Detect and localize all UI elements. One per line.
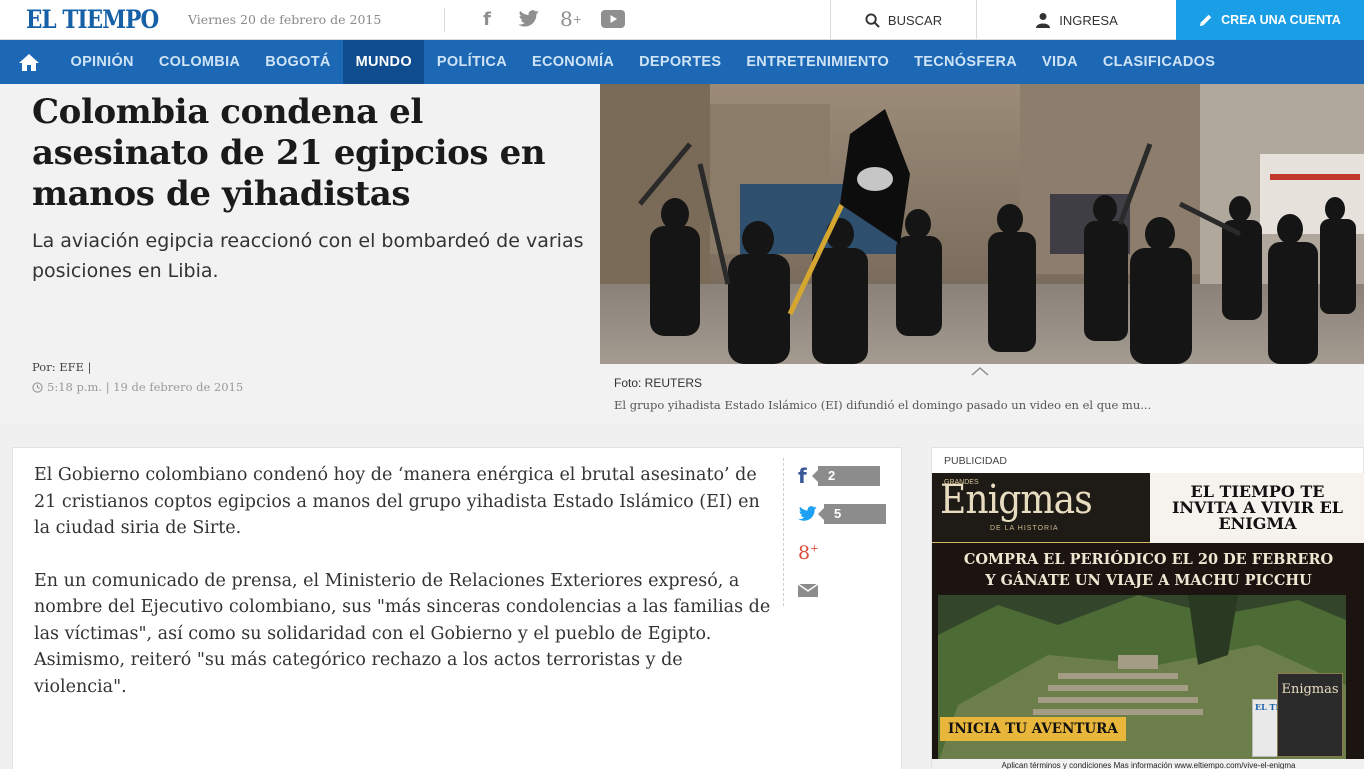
- nav-item-politica[interactable]: POLÍTICA: [424, 40, 519, 84]
- timestamp-text: 5:18 p.m. | 19 de febrero de 2015: [47, 380, 244, 394]
- photo-caption[interactable]: El grupo yihadista Estado Islámico (EI) …: [614, 398, 1354, 412]
- current-date: Viernes 20 de febrero de 2015: [188, 12, 382, 27]
- ad-invite-text: EL TIEMPO TE INVITA A VIVIR EL ENIGMA: [1171, 482, 1344, 533]
- create-account-button[interactable]: CREA UNA CUENTA: [1176, 0, 1364, 40]
- social-links: f 8 +: [474, 6, 626, 32]
- twitter-icon[interactable]: [516, 6, 542, 32]
- article-subhead: La aviación egipcia reaccionó con el bom…: [32, 230, 584, 282]
- article-byline: Por: EFE |: [32, 360, 92, 374]
- photo-credit: Foto: REUTERS: [614, 376, 703, 390]
- nav-item-mundo[interactable]: MUNDO: [343, 40, 425, 84]
- twitter-share-count: 5: [818, 504, 886, 524]
- twitter-share[interactable]: 5: [798, 504, 886, 524]
- article-hero: Colombia condena el asesinato de 21 egip…: [0, 84, 1364, 424]
- divider: [444, 8, 445, 32]
- facebook-share[interactable]: f 2: [798, 464, 880, 488]
- top-bar: EL TIEMPO Viernes 20 de febrero de 2015 …: [0, 0, 1364, 40]
- ad-brand-subtitle: DE LA HISTORIA: [990, 525, 1059, 532]
- nav-item-entretenimiento[interactable]: ENTRETENIMIENTO: [734, 40, 902, 84]
- article-photo[interactable]: [600, 84, 1364, 364]
- article-paragraph: En un comunicado de prensa, el Ministeri…: [34, 570, 771, 697]
- nav-item-vida[interactable]: VIDA: [1030, 40, 1091, 84]
- nav-item-tecnosfera[interactable]: TECNÓSFERA: [902, 40, 1030, 84]
- chevron-up-icon[interactable]: [970, 366, 990, 376]
- facebook-icon[interactable]: f: [474, 6, 500, 32]
- nav-item-colombia[interactable]: COLOMBIA: [146, 40, 252, 84]
- article-timestamp: 5:18 p.m. | 19 de febrero de 2015: [32, 380, 243, 394]
- ad-magazine: Enigmas: [1277, 673, 1343, 757]
- clock-icon: [32, 381, 43, 393]
- ad-brand-box: GRANDES Enigmas DE LA HISTORIA: [932, 473, 1150, 543]
- ad-banner[interactable]: GRANDES Enigmas DE LA HISTORIA EL TIEMPO…: [932, 473, 1364, 769]
- site-logo[interactable]: EL TIEMPO: [26, 5, 159, 34]
- ad-magazine-title: Enigmas: [1281, 682, 1339, 697]
- ad-promo-line-1: COMPRA EL PERIÓDICO EL 20 DE FEBRERO: [963, 551, 1334, 568]
- create-account-label: CREA UNA CUENTA: [1221, 13, 1341, 27]
- photo-caption-area: Foto: REUTERS El grupo yihadista Estado …: [600, 364, 1364, 424]
- ad-invite-box: EL TIEMPO TE INVITA A VIVIR EL ENIGMA: [1150, 473, 1364, 543]
- search-icon: [865, 12, 880, 28]
- facebook-icon: f: [798, 464, 807, 488]
- email-share[interactable]: [798, 584, 818, 597]
- login-button[interactable]: INGRESA: [976, 0, 1176, 40]
- article-body: El Gobierno colombiano condenó hoy de ‘m…: [12, 447, 902, 769]
- nav-item-opinion[interactable]: OPINIÓN: [58, 40, 146, 84]
- user-icon: [1036, 13, 1051, 28]
- ad-promo-text: COMPRA EL PERIÓDICO EL 20 DE FEBRERO Y G…: [932, 549, 1364, 591]
- search-label: BUSCAR: [887, 12, 943, 28]
- pencil-icon: [1200, 14, 1212, 27]
- google-plus-icon: 8+: [798, 542, 819, 564]
- nav-item-deportes[interactable]: DEPORTES: [627, 40, 734, 84]
- nav-item-clasificados[interactable]: CLASIFICADOS: [1090, 40, 1227, 84]
- login-label: INGRESA: [1059, 12, 1118, 28]
- search-button[interactable]: BUSCAR: [830, 0, 976, 40]
- article-paragraph: El Gobierno colombiano condenó hoy de ‘m…: [34, 465, 760, 538]
- nav-item-bogota[interactable]: BOGOTÁ: [253, 40, 343, 84]
- facebook-share-count: 2: [812, 466, 880, 486]
- twitter-icon: [798, 506, 817, 521]
- home-icon: [19, 53, 39, 71]
- article-headline: Colombia condena el asesinato de 21 egip…: [32, 92, 546, 214]
- ad-promo-line-2: Y GÁNATE UN VIAJE A MACHU PICCHU: [985, 572, 1312, 589]
- main-nav: OPINIÓN COLOMBIA BOGOTÁ MUNDO POLÍTICA E…: [0, 40, 1364, 84]
- nav-item-economia[interactable]: ECONOMÍA: [519, 40, 626, 84]
- google-plus-icon[interactable]: 8 +: [558, 6, 584, 32]
- google-plus-share[interactable]: 8+: [798, 542, 818, 564]
- advertisement: PUBLICIDAD GRANDES Enigmas DE LA HISTORI…: [931, 447, 1364, 769]
- article-text: El Gobierno colombiano condenó hoy de ‘m…: [34, 462, 774, 726]
- home-button[interactable]: [0, 40, 58, 84]
- ad-terms: Aplican términos y condiciones Mas infor…: [932, 759, 1364, 769]
- youtube-icon[interactable]: [600, 6, 626, 32]
- ad-label: PUBLICIDAD: [944, 455, 1008, 467]
- email-icon: [798, 584, 818, 597]
- ad-brand-title: Enigmas: [940, 477, 1093, 523]
- share-bar: f 2 5 8+: [783, 458, 886, 606]
- ad-cta-button[interactable]: INICIA TU AVENTURA: [940, 717, 1126, 741]
